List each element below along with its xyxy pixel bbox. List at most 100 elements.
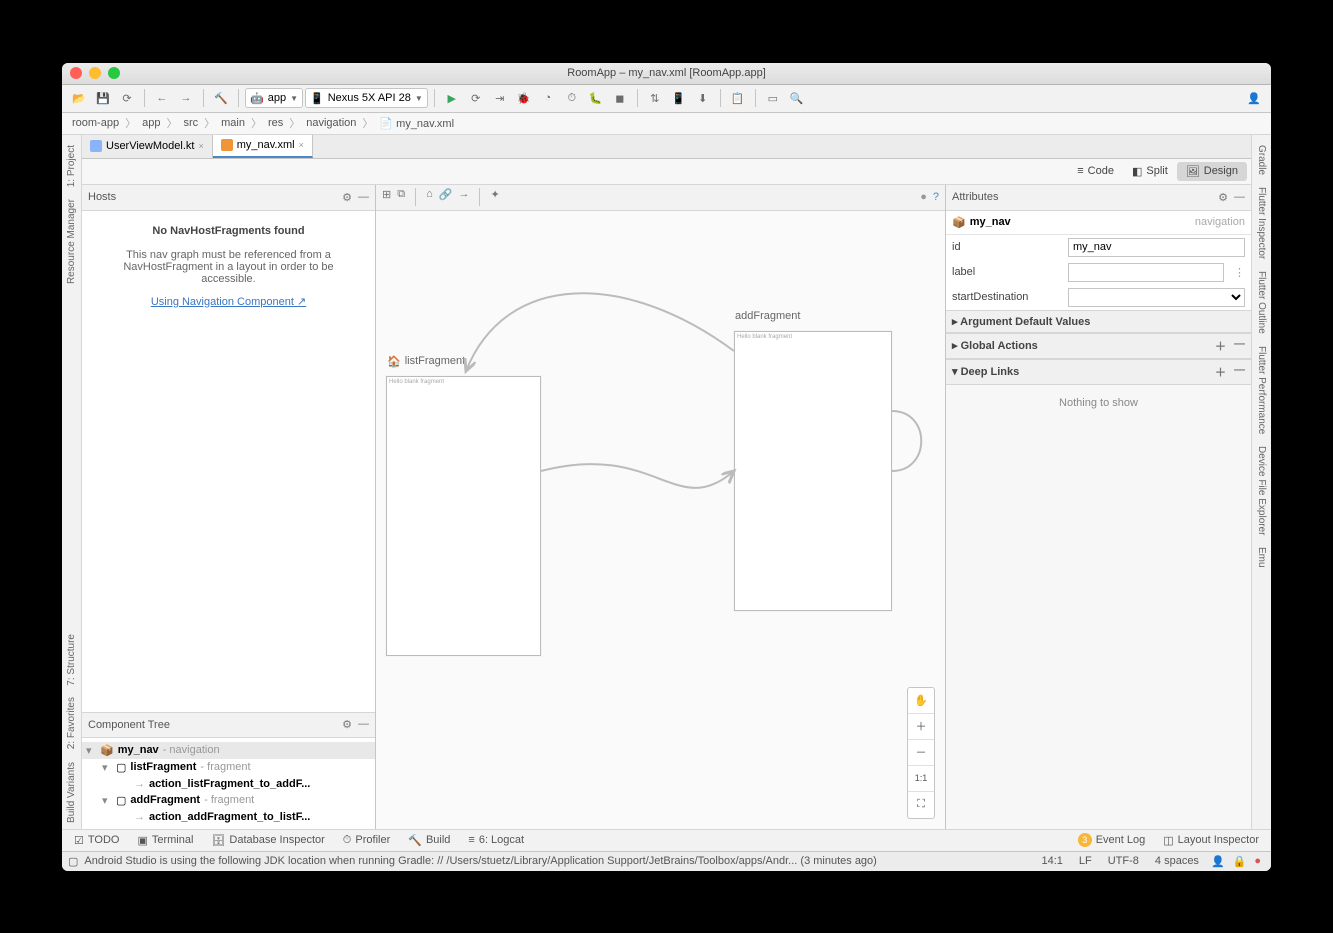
crumb[interactable]: src — [181, 117, 200, 129]
search-icon[interactable]: 🔍 — [786, 87, 808, 109]
tool-logcat[interactable]: ≡ 6: Logcat — [462, 834, 530, 846]
module-select[interactable]: 🤖 app▼ — [245, 88, 303, 108]
attr-label-input[interactable] — [1068, 263, 1224, 282]
stop-icon[interactable]: ◼ — [609, 87, 631, 109]
crumb[interactable]: main — [219, 117, 247, 129]
nested-graph-icon[interactable]: ⧉ — [397, 188, 405, 206]
remove-icon[interactable]: — — [1234, 364, 1245, 380]
editor-tab[interactable]: my_nav.xml× — [213, 135, 313, 158]
tree-action[interactable]: → action_addFragment_to_listF... — [82, 809, 375, 825]
open-icon[interactable]: 📂 — [68, 87, 90, 109]
tree-node[interactable]: ▾▢ addFragment - fragment — [82, 792, 375, 809]
line-separator[interactable]: LF — [1071, 855, 1100, 867]
device-select[interactable]: 📱 Nexus 5X API 28▼ — [305, 88, 428, 108]
crumb[interactable]: res — [266, 117, 285, 129]
crumb[interactable]: 📄 my_nav.xml — [377, 117, 456, 130]
lock-icon[interactable]: 🔒 — [1229, 855, 1251, 868]
user-icon[interactable]: 👤 — [1243, 87, 1265, 109]
zoom-reset-icon[interactable]: 1:1 — [908, 766, 934, 792]
add-icon[interactable]: ＋ — [1215, 338, 1226, 354]
add-destination-icon[interactable]: ⊞ — [382, 188, 391, 206]
debug-run-icon[interactable]: ⇥ — [489, 87, 511, 109]
nav-canvas[interactable]: 🏠listFragment Hello blank fragment addFr… — [376, 211, 945, 829]
tool-flutter-performance[interactable]: Flutter Performance — [1256, 340, 1267, 440]
tool-flutter-outline[interactable]: Flutter Outline — [1256, 265, 1267, 340]
gear-icon[interactable]: ⚙ — [1218, 191, 1228, 204]
indent[interactable]: 4 spaces — [1147, 855, 1207, 867]
error-icon[interactable]: ● — [1250, 855, 1265, 867]
attr-id-input[interactable] — [1068, 238, 1245, 257]
tool-build-variants[interactable]: Build Variants — [66, 756, 77, 829]
tool-build[interactable]: 🔨 Build — [402, 834, 456, 847]
attr-section[interactable]: ▾ Deep Links＋— — [946, 359, 1251, 385]
tool-structure[interactable]: 7: Structure — [66, 628, 77, 692]
tool-event-log[interactable]: 3 Event Log — [1072, 833, 1152, 847]
run-icon[interactable]: ▶ — [441, 87, 463, 109]
pan-icon[interactable]: ✋ — [908, 688, 934, 714]
back-icon[interactable]: ← — [151, 87, 173, 109]
zoom-out-icon[interactable]: － — [908, 740, 934, 766]
tree-node-root[interactable]: ▾📦 my_nav - navigation — [82, 742, 375, 759]
tool-device-file-explorer[interactable]: Device File Explorer — [1256, 440, 1267, 541]
minimize-window-button[interactable] — [89, 67, 101, 79]
action-icon[interactable]: → — [458, 188, 469, 206]
tool-terminal[interactable]: ▣ Terminal — [131, 834, 199, 847]
help-icon[interactable]: ? — [933, 191, 939, 203]
encoding[interactable]: UTF-8 — [1100, 855, 1147, 867]
maximize-window-button[interactable] — [108, 67, 120, 79]
sync-gradle-icon[interactable]: ⇅ — [644, 87, 666, 109]
tool-resource-manager[interactable]: Resource Manager — [66, 193, 77, 290]
tool-profiler[interactable]: ⏱ Profiler — [337, 834, 396, 847]
view-split-button[interactable]: ◧ Split — [1123, 162, 1177, 181]
apply-changes-icon[interactable]: ⟳ — [465, 87, 487, 109]
refresh-icon[interactable]: ⟳ — [116, 87, 138, 109]
attach-debugger-icon[interactable]: 🐛 — [585, 87, 607, 109]
tool-layout-inspector[interactable]: ◫ Layout Inspector — [1157, 834, 1265, 847]
editor-tab[interactable]: UserViewModel.kt× — [82, 135, 213, 158]
gear-icon[interactable]: ⚙ — [342, 718, 352, 731]
tool-todo[interactable]: ☑ TODO — [68, 834, 125, 847]
emulator-icon[interactable]: ▭ — [762, 87, 784, 109]
crumb[interactable]: app — [140, 117, 162, 129]
minimize-icon[interactable]: — — [1234, 191, 1245, 204]
crumb[interactable]: navigation — [304, 117, 358, 129]
tool-gradle[interactable]: Gradle — [1256, 139, 1267, 181]
attr-start-select[interactable] — [1068, 288, 1245, 307]
crumb[interactable]: room-app — [70, 117, 121, 129]
debug-icon[interactable]: 🐞 — [513, 87, 535, 109]
tree-node[interactable]: ▾▢ listFragment - fragment — [82, 759, 375, 776]
profiler-icon[interactable]: ⏱ — [561, 87, 583, 109]
tool-database-inspector[interactable]: 🗄 Database Inspector — [205, 834, 330, 847]
save-icon[interactable]: 💾 — [92, 87, 114, 109]
warning-icon[interactable]: ● — [920, 191, 927, 203]
close-window-button[interactable] — [70, 67, 82, 79]
fit-screen-icon[interactable]: ⛶ — [908, 792, 934, 818]
attr-section[interactable]: ▸ Global Actions＋— — [946, 333, 1251, 359]
build-hammer-icon[interactable]: 🔨 — [210, 87, 232, 109]
ide-icon[interactable]: 👤 — [1207, 855, 1229, 868]
coverage-icon[interactable]: ◔ — [537, 87, 559, 109]
fragment-listFragment[interactable]: 🏠listFragment Hello blank fragment — [386, 376, 541, 656]
fragment-addFragment[interactable]: addFragment Hello blank fragment — [734, 331, 892, 611]
remove-icon[interactable]: — — [1234, 338, 1245, 354]
minimize-icon[interactable]: — — [358, 718, 369, 731]
tool-flutter-inspector[interactable]: Flutter Inspector — [1256, 181, 1267, 265]
project-structure-icon[interactable]: 📋 — [727, 87, 749, 109]
more-icon[interactable]: ⋮ — [1230, 266, 1245, 279]
using-nav-link[interactable]: Using Navigation Component ↗ — [151, 295, 306, 308]
view-design-button[interactable]: 🖼 Design — [1177, 162, 1247, 181]
tool-favorites[interactable]: 2: Favorites — [66, 691, 77, 755]
auto-arrange-icon[interactable]: ✦ — [490, 188, 499, 206]
link-icon[interactable]: 🔗 — [439, 188, 453, 206]
tool-project[interactable]: 1: Project — [66, 139, 77, 193]
tool-emulator[interactable]: Emu — [1256, 541, 1267, 574]
add-icon[interactable]: ＋ — [1215, 364, 1226, 380]
avd-manager-icon[interactable]: 📱 — [668, 87, 690, 109]
minimize-icon[interactable]: — — [358, 191, 369, 204]
view-code-button[interactable]: ≡ Code — [1068, 162, 1123, 180]
gear-icon[interactable]: ⚙ — [342, 191, 352, 204]
tree-action[interactable]: → action_listFragment_to_addF... — [82, 776, 375, 792]
sdk-manager-icon[interactable]: ⬇ — [692, 87, 714, 109]
zoom-in-icon[interactable]: ＋ — [908, 714, 934, 740]
home-icon[interactable]: ⌂ — [426, 188, 433, 206]
